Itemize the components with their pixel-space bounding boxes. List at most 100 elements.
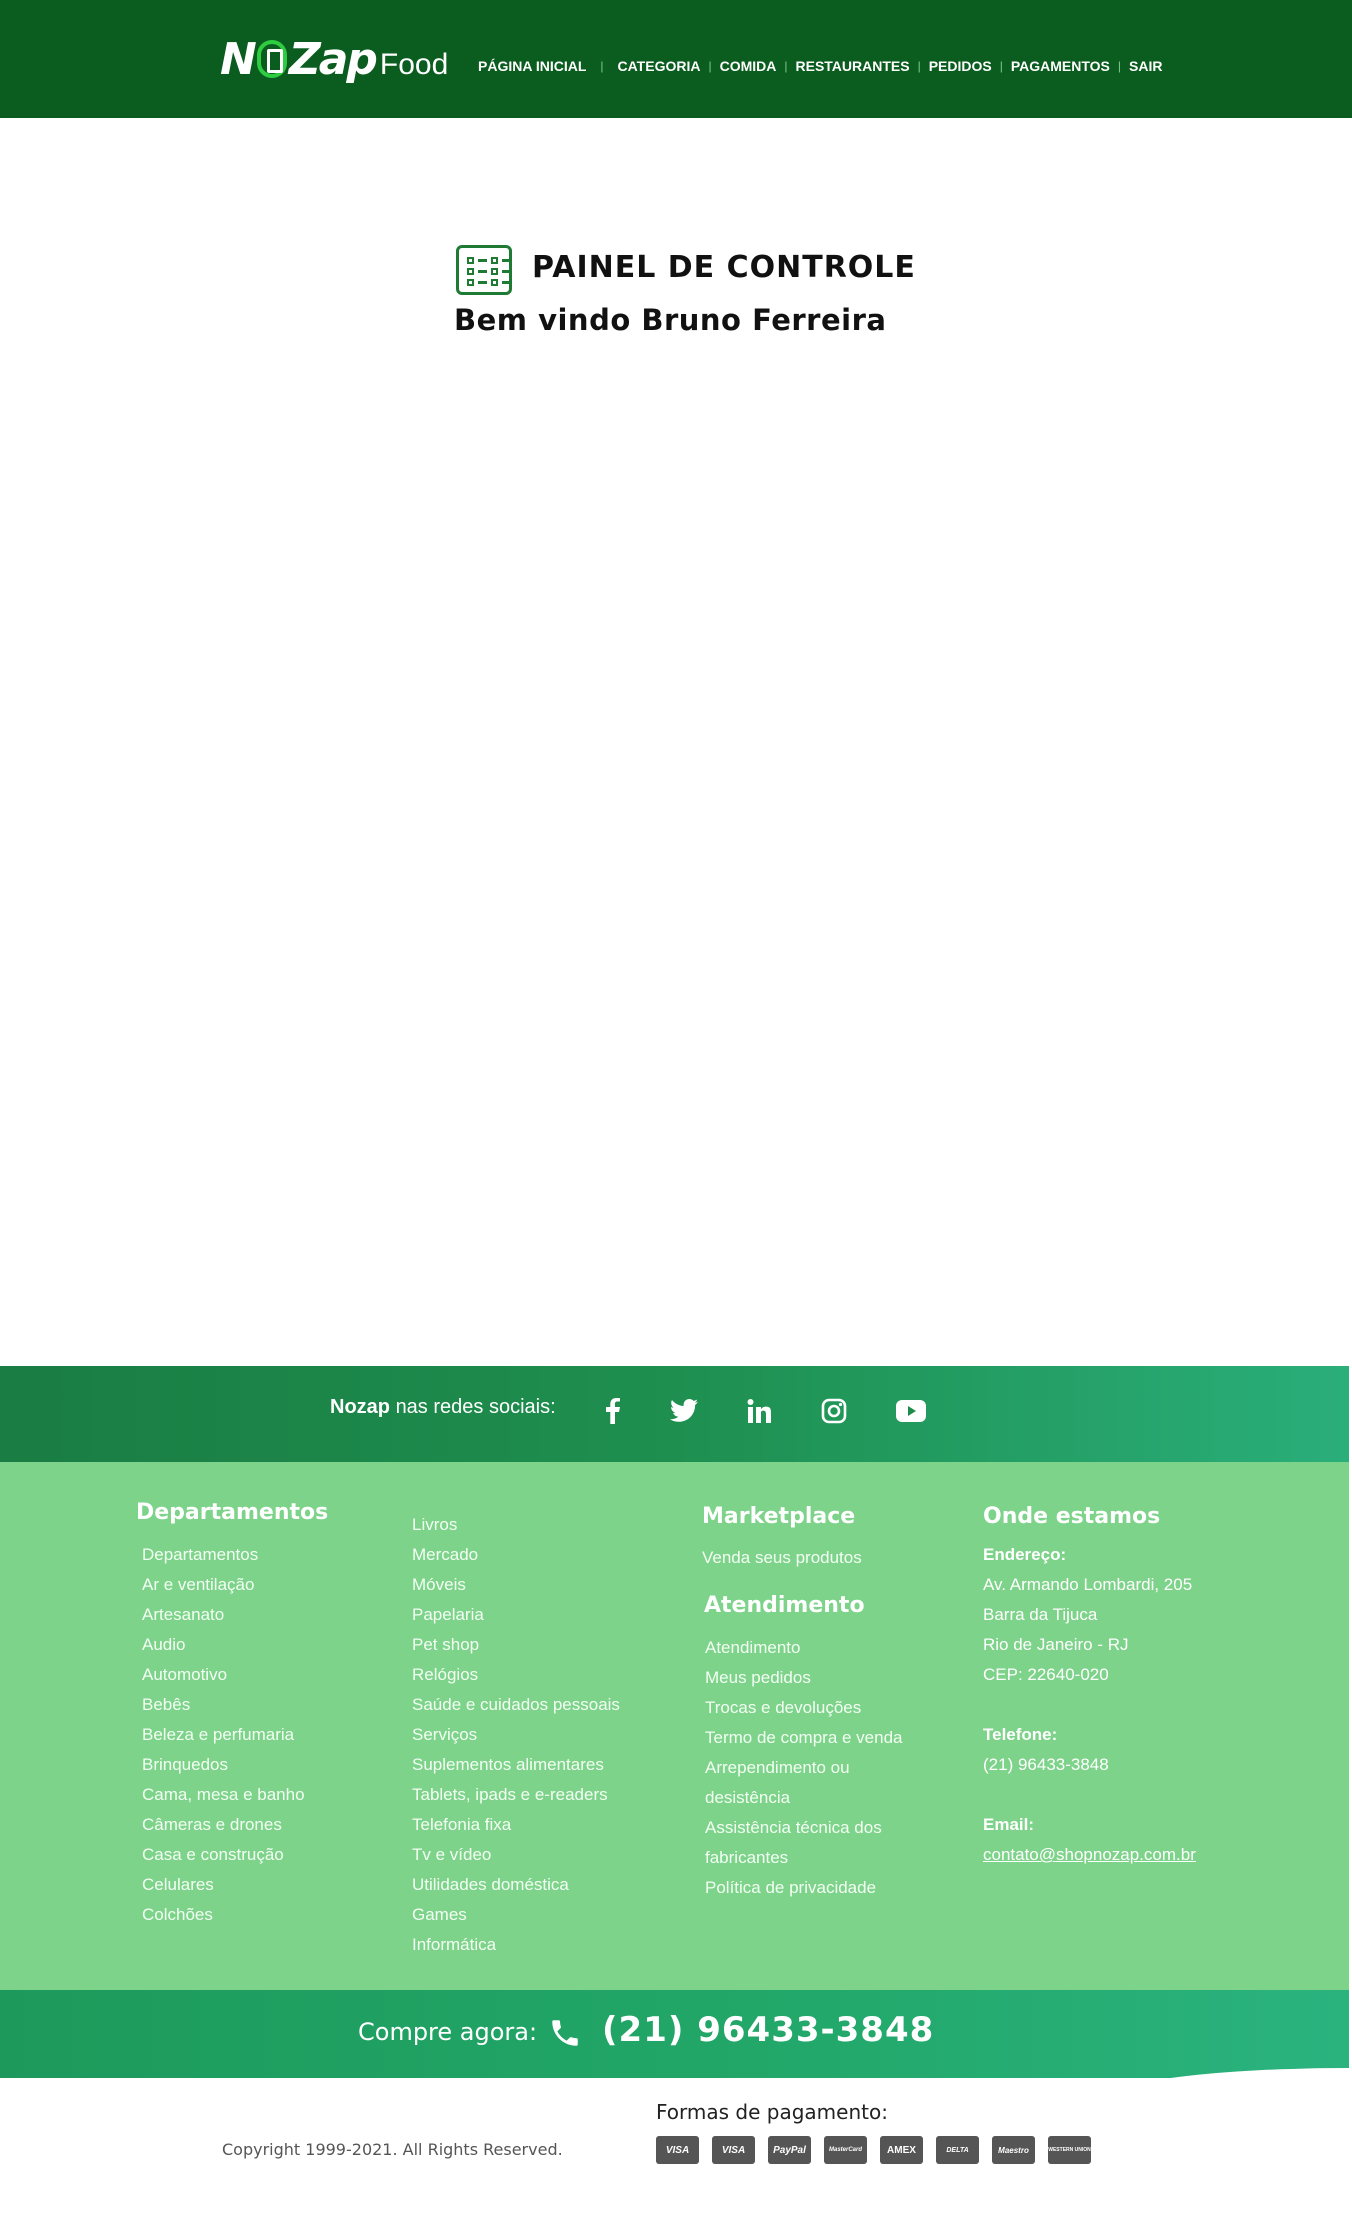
department-link[interactable]: Relógios: [412, 1660, 620, 1690]
youtube-icon[interactable]: [894, 1394, 928, 1428]
marketplace-list: Venda seus produtos: [702, 1543, 862, 1573]
department-link[interactable]: Telefonia fixa: [412, 1810, 620, 1840]
marketplace-title: Marketplace: [702, 1504, 856, 1529]
linkedin-icon[interactable]: [742, 1394, 776, 1428]
social-bar: Nozap nas redes sociais:: [0, 1366, 1349, 1462]
atendimento-link[interactable]: fabricantes: [705, 1843, 903, 1873]
address-label: Endereço:: [983, 1545, 1067, 1564]
department-link[interactable]: Celulares: [142, 1870, 305, 1900]
copyright: Copyright 1999-2021. All Rights Reserved…: [222, 2140, 563, 2159]
payment-methods: VISA VISA PayPal MasterCard AMEX DELTA M…: [656, 2136, 1091, 2164]
department-link[interactable]: Serviços: [412, 1720, 620, 1750]
atendimento-link[interactable]: Termo de compra e venda: [705, 1723, 903, 1753]
social-label: Nozap nas redes sociais:: [330, 1396, 556, 1419]
logo-phone-icon: [256, 40, 287, 78]
logo-n: N: [220, 34, 257, 85]
department-link[interactable]: Câmeras e drones: [142, 1810, 305, 1840]
social-text: nas redes sociais:: [395, 1396, 556, 1418]
department-link[interactable]: Livros: [412, 1510, 620, 1540]
atendimento-link[interactable]: Política de privacidade: [705, 1873, 903, 1903]
department-link[interactable]: Cama, mesa e banho: [142, 1780, 305, 1810]
nav-payments[interactable]: PAGAMENTOS: [1011, 58, 1110, 74]
department-link[interactable]: Ar e ventilação: [142, 1570, 305, 1600]
department-link[interactable]: Bebês: [142, 1690, 305, 1720]
department-link[interactable]: Tablets, ipads e e-readers: [412, 1780, 620, 1810]
department-link[interactable]: Mercado: [412, 1540, 620, 1570]
nav-separator: |: [600, 59, 604, 73]
email-link[interactable]: contato@shopnozap.com.br: [983, 1845, 1196, 1864]
email-block: Email: contato@shopnozap.com.br: [983, 1810, 1196, 1870]
atendimento-link[interactable]: Atendimento: [705, 1633, 903, 1663]
instagram-icon[interactable]: [817, 1394, 851, 1428]
address-block: Endereço: Av. Armando Lombardi, 205 Barr…: [983, 1540, 1192, 1690]
department-link[interactable]: Informática: [412, 1930, 620, 1960]
department-link[interactable]: Artesanato: [142, 1600, 305, 1630]
nav-separator: |: [1117, 59, 1122, 73]
department-link[interactable]: Pet shop: [412, 1630, 620, 1660]
nav-home[interactable]: PÁGINA INICIAL: [478, 58, 586, 74]
nav-separator: |: [784, 59, 788, 73]
delta-icon: DELTA: [936, 2136, 979, 2164]
department-link[interactable]: Casa e construção: [142, 1840, 305, 1870]
department-link[interactable]: Departamentos: [142, 1540, 305, 1570]
payment-title: Formas de pagamento:: [656, 2100, 888, 2124]
phone-value: (21) 96433-3848: [983, 1755, 1109, 1774]
phone-number[interactable]: (21) 96433-3848: [602, 2010, 934, 2050]
atendimento-list: Atendimento Meus pedidos Trocas e devolu…: [705, 1633, 903, 1903]
western-union-icon: WESTERN UNION: [1048, 2136, 1091, 2164]
visa-card-icon: VISA: [656, 2136, 699, 2164]
atendimento-link[interactable]: Assistência técnica dos: [705, 1813, 903, 1843]
department-link[interactable]: Audio: [142, 1630, 305, 1660]
visa-card-icon: VISA: [712, 2136, 755, 2164]
facebook-icon[interactable]: [596, 1394, 630, 1428]
atendimento-link[interactable]: Trocas e devoluções: [705, 1693, 903, 1723]
top-header: N Zap Food PÁGINA INICIAL | CATEGORIA | …: [0, 0, 1352, 118]
twitter-icon[interactable]: [667, 1394, 701, 1428]
maestro-icon: Maestro: [992, 2136, 1035, 2164]
mastercard-icon: MasterCard: [824, 2136, 867, 2164]
nav-separator: |: [999, 59, 1003, 73]
amex-icon: AMEX: [880, 2136, 923, 2164]
main-nav: PÁGINA INICIAL | CATEGORIA | COMIDA | RE…: [478, 58, 1162, 74]
address-line: CEP: 22640-020: [983, 1665, 1109, 1684]
logo-zap: Zap: [288, 34, 378, 85]
marketplace-link[interactable]: Venda seus produtos: [702, 1543, 862, 1573]
checklist-icon: [456, 245, 512, 295]
department-link[interactable]: Colchões: [142, 1900, 305, 1930]
email-label: Email:: [983, 1815, 1035, 1834]
atendimento-link[interactable]: Meus pedidos: [705, 1663, 903, 1693]
nav-restaurants[interactable]: RESTAURANTES: [796, 58, 910, 74]
departments-list-2: Livros Mercado Móveis Papelaria Pet shop…: [412, 1510, 620, 1960]
address-line: Barra da Tijuca: [983, 1605, 1098, 1624]
phone-icon: [548, 2016, 584, 2052]
department-link[interactable]: Tv e vídeo: [412, 1840, 620, 1870]
atendimento-link[interactable]: Arrependimento ou: [705, 1753, 903, 1783]
site-logo[interactable]: N Zap Food: [220, 34, 448, 88]
nav-category[interactable]: CATEGORIA: [618, 58, 701, 74]
department-link[interactable]: Beleza e perfumaria: [142, 1720, 305, 1750]
department-link[interactable]: Papelaria: [412, 1600, 620, 1630]
department-link[interactable]: Suplementos alimentares: [412, 1750, 620, 1780]
atendimento-link[interactable]: desistência: [705, 1783, 903, 1813]
nav-logout[interactable]: SAIR: [1129, 58, 1162, 74]
department-link[interactable]: Automotivo: [142, 1660, 305, 1690]
department-link[interactable]: Games: [412, 1900, 620, 1930]
footer: Departamentos Departamentos Ar e ventila…: [0, 1462, 1349, 1990]
nav-separator: |: [708, 59, 712, 73]
nav-food[interactable]: COMIDA: [720, 58, 777, 74]
buy-now-label: Compre agora:: [358, 2018, 538, 2046]
departments-title: Departamentos: [136, 1500, 329, 1525]
department-link[interactable]: Utilidades doméstica: [412, 1870, 620, 1900]
department-link[interactable]: Móveis: [412, 1570, 620, 1600]
phone-label: Telefone:: [983, 1725, 1058, 1744]
phone-block: Telefone: (21) 96433-3848: [983, 1720, 1109, 1780]
address-line: Av. Armando Lombardi, 205: [983, 1575, 1193, 1594]
department-link[interactable]: Brinquedos: [142, 1750, 305, 1780]
location-title: Onde estamos: [983, 1504, 1161, 1529]
address-line: Rio de Janeiro - RJ: [983, 1635, 1129, 1654]
logo-food: Food: [379, 48, 449, 81]
nav-orders[interactable]: PEDIDOS: [929, 58, 992, 74]
nav-separator: |: [917, 59, 921, 73]
department-link[interactable]: Saúde e cuidados pessoais: [412, 1690, 620, 1720]
atendimento-title: Atendimento: [704, 1593, 865, 1618]
